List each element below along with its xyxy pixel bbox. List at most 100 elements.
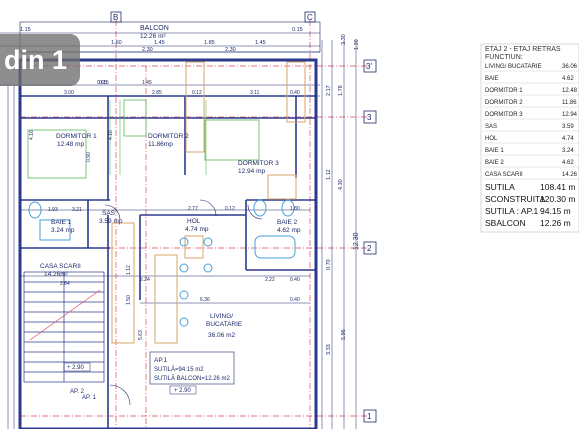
- svg-text:1.45: 1.45: [154, 40, 165, 46]
- table-total-value: 12.26 m: [540, 218, 571, 228]
- room-living-line1: LIVING/: [210, 313, 233, 320]
- table-row-value: 12.48: [562, 88, 578, 94]
- svg-text:1.45: 1.45: [255, 40, 266, 46]
- svg-text:0.70: 0.70: [326, 259, 332, 270]
- table-total-value: 120.30 m: [540, 194, 575, 204]
- table-row-name: DORMITOR 3: [485, 112, 523, 118]
- table-total-value: 108.41 m: [540, 182, 575, 192]
- apartment-title: AP.1: [154, 357, 168, 364]
- svg-text:0.40: 0.40: [290, 90, 300, 96]
- svg-text:2.24: 2.24: [140, 277, 150, 283]
- svg-text:1.60: 1.60: [111, 40, 122, 46]
- svg-text:6.36: 6.36: [200, 297, 210, 303]
- table-row-name: SAS: [485, 124, 497, 130]
- axis-label-2: 2: [367, 244, 372, 253]
- svg-text:1.50: 1.50: [126, 295, 132, 305]
- axis-label-1: 1: [367, 412, 372, 421]
- svg-text:2.64: 2.64: [60, 281, 70, 287]
- table-title-2: FUNCTIUN:: [485, 54, 523, 61]
- image-counter: din 1: [0, 34, 80, 86]
- apartment-useful-balcony: SUTILĂ BALCON=12.26 m2: [154, 375, 231, 382]
- svg-text:3.11: 3.11: [250, 90, 260, 96]
- svg-text:1.80: 1.80: [290, 206, 300, 212]
- table-row-value: 4.62: [562, 76, 574, 82]
- room-dormitor1-name: DORMITOR 1: [56, 133, 97, 140]
- table-row-name: BAIE 1: [485, 148, 504, 154]
- table-row-name: BAIE 2: [485, 160, 504, 166]
- table-row-name: BAIE: [485, 76, 499, 82]
- svg-text:5.63: 5.63: [138, 330, 144, 340]
- room-hol-name: HOL: [187, 218, 201, 225]
- axis-label-b: B: [113, 13, 118, 22]
- svg-text:1.15: 1.15: [20, 27, 31, 33]
- room-casa-scarii-area: 14.26m²: [44, 271, 69, 278]
- table-row-value: 4.62: [562, 160, 574, 166]
- axis-label-3: 3: [367, 113, 372, 122]
- balcony-area: 12.26 m²: [140, 33, 166, 40]
- room-baie1-name: BAIE 1: [51, 219, 72, 226]
- svg-text:5.96: 5.96: [341, 329, 347, 340]
- svg-text:+ 2.90: + 2.90: [67, 365, 85, 371]
- svg-text:2.85: 2.85: [152, 90, 162, 96]
- table-total-name: SBALCON: [485, 218, 526, 228]
- svg-text:1.20: 1.20: [354, 39, 360, 50]
- room-casa-scarii-name: CASA SCARII: [40, 263, 81, 270]
- svg-text:1.85: 1.85: [204, 40, 215, 46]
- table-row-value: 3.59: [562, 124, 574, 130]
- svg-text:3.21: 3.21: [72, 207, 82, 213]
- table-total-value: 94.15 m: [540, 206, 571, 216]
- table-row-name: CASA SCARII: [485, 172, 523, 178]
- table-total-name: SUTILA: [485, 182, 515, 192]
- svg-text:3.30: 3.30: [341, 34, 347, 45]
- svg-text:2.17: 2.17: [326, 85, 332, 96]
- svg-text:0.40: 0.40: [290, 277, 300, 283]
- table-title-1: ETAJ 2 - ETAJ RETRAS: [485, 46, 561, 53]
- room-baie2-name: BAIE 2: [277, 219, 298, 226]
- area-table: ETAJ 2 - ETAJ RETRAS FUNCTIUN: LIVING/ B…: [480, 43, 579, 233]
- svg-text:2.30: 2.30: [225, 47, 236, 53]
- svg-text:4.16: 4.16: [108, 130, 114, 140]
- axis-label-3prime: 3': [366, 62, 372, 71]
- svg-text:2.22: 2.22: [265, 277, 275, 283]
- table-row-value: 36.06: [562, 64, 578, 70]
- table-row-name: DORMITOR 1: [485, 88, 523, 94]
- svg-text:1.45: 1.45: [142, 80, 152, 86]
- table-row-value: 4.74: [562, 136, 574, 142]
- table-total-name: SCONSTRUITA: [485, 194, 546, 204]
- room-dormitor3-name: DORMITOR 3: [238, 160, 279, 167]
- svg-text:0.65: 0.65: [97, 80, 107, 86]
- table-total-name: SUTILA : AP.1: [485, 206, 539, 216]
- svg-text:0.12: 0.12: [225, 206, 235, 212]
- svg-text:3.00: 3.00: [64, 90, 74, 96]
- floor-plan-viewer: B C 3' 3 2 1 BALCON 12.26 m² 1.15 1.60 1…: [0, 0, 579, 429]
- table-row-name: DORMITOR 2: [485, 100, 523, 106]
- floor-plan-drawing: B C 3' 3 2 1 BALCON 12.26 m² 1.15 1.60 1…: [0, 0, 579, 429]
- room-living-line2: BUCATARIE: [206, 321, 243, 328]
- balcony-label: BALCON: [140, 25, 169, 32]
- table-row-name: HOL: [485, 136, 498, 142]
- svg-text:1.12: 1.12: [326, 169, 332, 180]
- svg-text:1.78: 1.78: [338, 85, 344, 96]
- apartment-useful: SUTILĂ=94.15 m2: [154, 366, 204, 373]
- table-row-value: 3.24: [562, 148, 574, 154]
- svg-text:12.30: 12.30: [353, 232, 360, 250]
- svg-text:0.90: 0.90: [86, 152, 92, 162]
- room-dormitor2-name: DORMITOR 2: [148, 133, 189, 140]
- axis-label-c: C: [307, 13, 313, 22]
- svg-text:+ 2.90: + 2.90: [174, 388, 192, 394]
- room-baie2-area: 4.62 mp: [277, 227, 301, 234]
- svg-text:1.12: 1.12: [126, 265, 132, 275]
- svg-text:3.33: 3.33: [326, 344, 332, 355]
- room-living-area: 36.06 m2: [208, 332, 235, 339]
- room-hol-area: 4.74 mp: [185, 226, 209, 233]
- svg-text:0.12: 0.12: [192, 90, 202, 96]
- room-sas-name: SAS: [102, 210, 116, 217]
- svg-text:1.93: 1.93: [48, 207, 58, 213]
- room-dormitor3-area: 12.94 mp: [238, 168, 265, 175]
- apartment-box: AP.1 SUTILĂ=94.15 m2 SUTILĂ BALCON=12.26…: [149, 351, 235, 385]
- svg-text:0.15: 0.15: [292, 27, 303, 33]
- room-baie1-area: 3.24 mp: [51, 227, 75, 234]
- svg-text:4.30: 4.30: [338, 179, 344, 190]
- table-row-value: 14.26: [562, 172, 578, 178]
- svg-text:4.16: 4.16: [29, 130, 35, 140]
